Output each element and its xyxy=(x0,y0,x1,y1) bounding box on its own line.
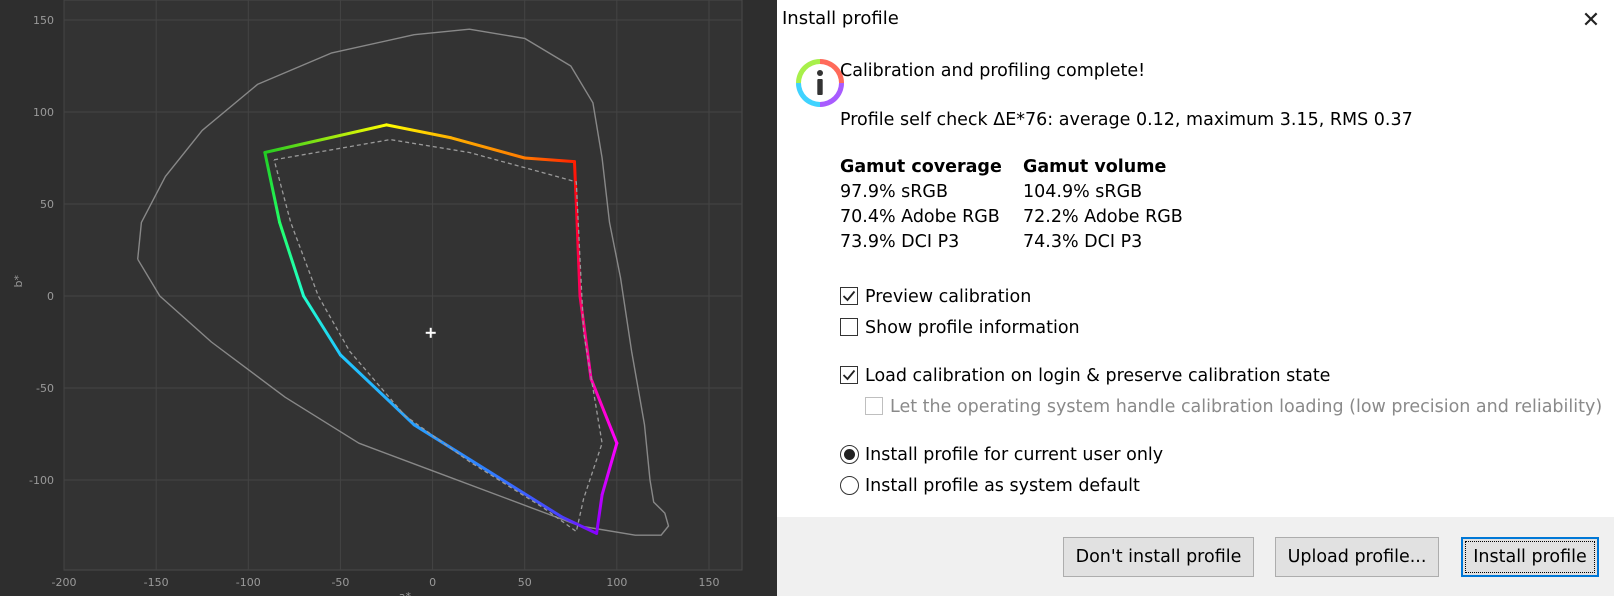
preview-calibration-checkbox[interactable] xyxy=(840,287,858,305)
x-tick-label: -100 xyxy=(236,576,261,589)
plot-area xyxy=(63,0,743,571)
install-profile-button[interactable]: Install profile xyxy=(1461,537,1599,577)
x-axis-label: a* xyxy=(399,590,412,596)
load-calibration-checkbox[interactable] xyxy=(840,366,858,384)
info-icon xyxy=(796,59,844,107)
install-profile-dialog: Install profile ✕ Calibration and profil… xyxy=(777,0,1614,596)
install-system-default-label[interactable]: Install profile as system default xyxy=(865,475,1140,497)
os-handle-calibration-label[interactable]: Let the operating system handle calibrat… xyxy=(890,396,1602,418)
radio-selected-dot xyxy=(844,449,855,460)
install-current-user-radio[interactable] xyxy=(840,445,859,464)
dialog-title: Install profile xyxy=(782,8,899,29)
volume-srgb: 104.9% sRGB xyxy=(1023,182,1143,202)
title-bar: Install profile ✕ xyxy=(777,0,1614,42)
volume-adobe-rgb: 72.2% Adobe RGB xyxy=(1023,207,1183,227)
self-check-text: Profile self check ΔE*76: average 0.12, … xyxy=(840,110,1413,130)
volume-dci-p3: 74.3% DCI P3 xyxy=(1023,232,1143,252)
preview-calibration-label[interactable]: Preview calibration xyxy=(865,286,1031,308)
x-tick-label: 150 xyxy=(699,576,720,589)
load-calibration-label[interactable]: Load calibration on login & preserve cal… xyxy=(865,365,1330,387)
coverage-dci-p3: 73.9% DCI P3 xyxy=(840,232,960,252)
checkmark-icon xyxy=(842,369,856,381)
close-icon: ✕ xyxy=(1581,7,1601,33)
x-tick-label: 0 xyxy=(429,576,436,589)
gamut-volume-header: Gamut volume xyxy=(1023,157,1167,177)
completion-heading: Calibration and profiling complete! xyxy=(840,61,1146,81)
focus-rectangle xyxy=(1465,541,1595,573)
gamut-plot: -200 -150 -100 -50 0 50 100 150 150 100 50 0 -50 -100… xyxy=(0,0,777,596)
upload-profile-label: Upload profile... xyxy=(1287,547,1427,567)
y-tick-label: 100 xyxy=(33,106,54,119)
checkmark-icon xyxy=(842,290,856,302)
x-tick-label: 100 xyxy=(606,576,627,589)
y-axis-label: b* xyxy=(12,275,25,288)
close-button[interactable]: ✕ xyxy=(1568,0,1614,40)
y-tick-label: -100 xyxy=(29,474,54,487)
x-tick-label: -150 xyxy=(144,576,169,589)
gamut-plot-svg: -200 -150 -100 -50 0 50 100 150 150 100 50 0 -50 -100… xyxy=(12,0,743,596)
show-profile-information-checkbox[interactable] xyxy=(840,318,858,336)
show-profile-information-label[interactable]: Show profile information xyxy=(865,317,1080,339)
y-tick-label: 50 xyxy=(40,198,54,211)
y-tick-label: -50 xyxy=(36,382,54,395)
install-current-user-label[interactable]: Install profile for current user only xyxy=(865,444,1163,466)
dont-install-profile-label: Don't install profile xyxy=(1075,547,1242,567)
x-tick-label: -50 xyxy=(331,576,349,589)
y-tick-label: 0 xyxy=(47,290,54,303)
dont-install-profile-button[interactable]: Don't install profile xyxy=(1063,537,1254,577)
upload-profile-button[interactable]: Upload profile... xyxy=(1275,537,1439,577)
coverage-adobe-rgb: 70.4% Adobe RGB xyxy=(840,207,1000,227)
y-tick-label: 150 xyxy=(33,14,54,27)
x-tick-label: 50 xyxy=(518,576,532,589)
coverage-srgb: 97.9% sRGB xyxy=(840,182,948,202)
os-handle-calibration-checkbox[interactable] xyxy=(865,397,883,415)
install-system-default-radio[interactable] xyxy=(840,476,859,495)
gamut-coverage-header: Gamut coverage xyxy=(840,157,1002,177)
x-tick-label: -200 xyxy=(52,576,77,589)
